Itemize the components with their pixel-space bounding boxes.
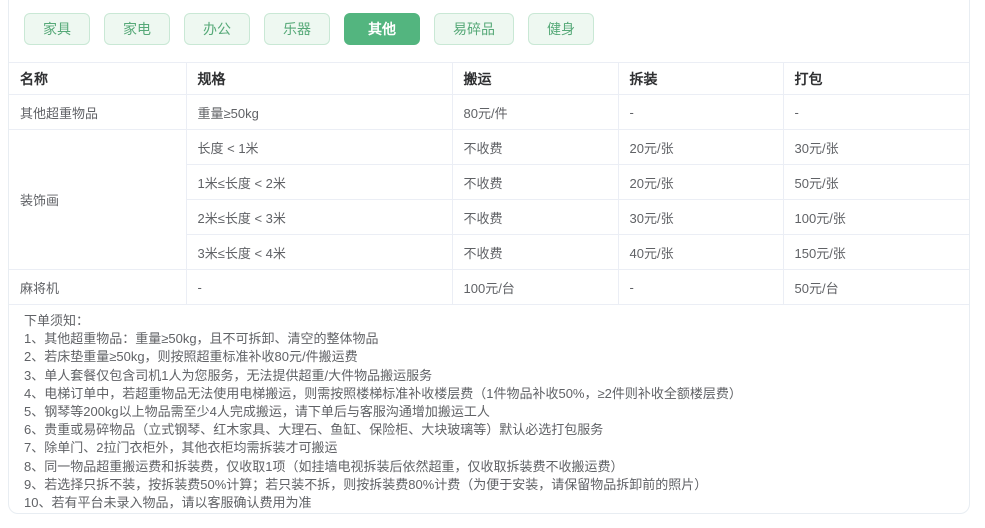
cell-move: 80元/件 <box>452 94 619 130</box>
cell-pack: - <box>783 94 969 130</box>
cell-move: 不收费 <box>452 234 619 270</box>
header-pack: 打包 <box>783 62 969 95</box>
note-line: 1、其他超重物品：重量≥50kg，且不可拆卸、清空的整体物品 <box>24 331 379 347</box>
header-name: 名称 <box>9 62 187 95</box>
cell-name-merged: 装饰画 <box>9 129 187 270</box>
tab-furniture[interactable]: 家具 <box>24 13 90 45</box>
cell-pack: 50元/张 <box>783 164 969 200</box>
header-move: 搬运 <box>452 62 619 95</box>
note-line: 3、单人套餐仅包含司机1人为您服务，无法提供超重/大件物品搬运服务 <box>24 367 433 383</box>
order-notes: 下单须知： 1、其他超重物品：重量≥50kg，且不可拆卸、清空的整体物品 2、若… <box>9 305 969 512</box>
tab-other[interactable]: 其他 <box>344 13 420 45</box>
tab-appliance[interactable]: 家电 <box>104 13 170 45</box>
tab-fitness[interactable]: 健身 <box>528 13 594 45</box>
cell-disassemble: 20元/张 <box>618 129 784 165</box>
note-line: 2、若床垫重量≥50kg，则按照超重标准补收80元/件搬运费 <box>24 349 358 365</box>
cell-spec: - <box>186 269 453 305</box>
price-table: 名称 规格 搬运 拆装 打包 其他超重物品 重量≥50kg 80元/件 - - … <box>9 62 969 305</box>
cell-name: 其他超重物品 <box>9 94 187 130</box>
cell-pack: 100元/张 <box>783 199 969 235</box>
pricing-card: 家具 家电 办公 乐器 其他 易碎品 健身 名称 规格 搬运 拆装 打包 其他超… <box>8 0 970 514</box>
cell-spec: 3米≤长度 < 4米 <box>186 234 453 270</box>
cell-disassemble: - <box>618 269 784 305</box>
tab-office[interactable]: 办公 <box>184 13 250 45</box>
category-tabs: 家具 家电 办公 乐器 其他 易碎品 健身 <box>24 13 969 45</box>
cell-pack: 30元/张 <box>783 129 969 165</box>
cell-pack: 50元/台 <box>783 269 969 305</box>
table-row: 装饰画 长度 < 1米 不收费 20元/张 30元/张 <box>9 129 969 270</box>
cell-spec: 1米≤长度 < 2米 <box>186 164 453 200</box>
header-spec: 规格 <box>186 62 453 95</box>
cell-pack: 150元/张 <box>783 234 969 270</box>
note-line: 7、除单门、2拉门衣柜外，其他衣柜均需拆装才可搬运 <box>24 440 338 456</box>
note-line: 9、若选择只拆不装，按拆装费50%计算；若只装不拆，则按拆装费80%计费（为便于… <box>24 476 708 492</box>
note-line: 8、同一物品超重搬运费和拆装费，仅收取1项（如挂墙电视拆装后依然超重，仅收取拆装… <box>24 458 624 474</box>
note-line: 5、钢琴等200kg以上物品需至少4人完成搬运，请下单后与客服沟通增加搬运工人 <box>24 403 490 419</box>
cell-move: 不收费 <box>452 129 619 165</box>
header-disassemble: 拆装 <box>618 62 784 95</box>
note-line: 4、电梯订单中，若超重物品无法使用电梯搬运，则需按照楼梯标准补收楼层费（1件物品… <box>24 385 742 401</box>
cell-move: 不收费 <box>452 164 619 200</box>
cell-disassemble: 20元/张 <box>618 164 784 200</box>
table-row: 其他超重物品 重量≥50kg 80元/件 - - <box>9 94 969 130</box>
tab-instrument[interactable]: 乐器 <box>264 13 330 45</box>
cell-disassemble: 40元/张 <box>618 234 784 270</box>
table-header-row: 名称 规格 搬运 拆装 打包 <box>9 62 969 95</box>
note-line: 10、若有平台未录入物品，请以客服确认费用为准 <box>24 494 312 510</box>
cell-move: 100元/台 <box>452 269 619 305</box>
cell-move: 不收费 <box>452 199 619 235</box>
cell-spec: 长度 < 1米 <box>186 129 453 165</box>
note-line: 6、贵重或易碎物品（立式钢琴、红木家具、大理石、鱼缸、保险柜、大块玻璃等）默认必… <box>24 422 604 438</box>
pricing-page: 家具 家电 办公 乐器 其他 易碎品 健身 名称 规格 搬运 拆装 打包 其他超… <box>0 0 985 528</box>
notes-title: 下单须知： <box>24 313 90 328</box>
table-row: 麻将机 - 100元/台 - 50元/台 <box>9 269 969 305</box>
cell-disassemble: - <box>618 94 784 130</box>
cell-name: 麻将机 <box>9 269 187 305</box>
cell-disassemble: 30元/张 <box>618 199 784 235</box>
cell-spec: 重量≥50kg <box>186 94 453 130</box>
cell-spec: 2米≤长度 < 3米 <box>186 199 453 235</box>
tab-fragile[interactable]: 易碎品 <box>434 13 514 45</box>
